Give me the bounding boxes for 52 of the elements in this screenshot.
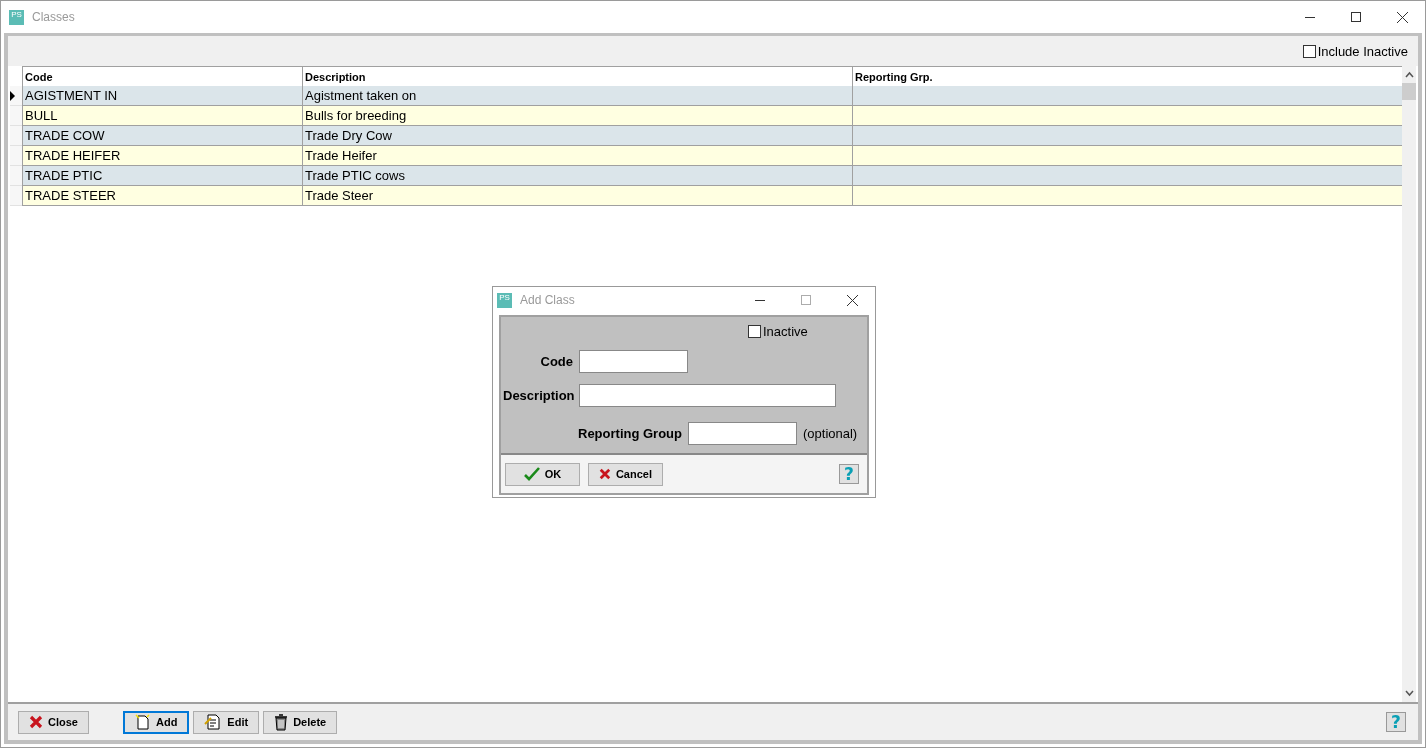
document-icon <box>134 714 151 730</box>
row-header-cell[interactable] <box>10 146 22 166</box>
row-header-cell[interactable] <box>10 186 22 206</box>
input-field[interactable] <box>579 383 836 407</box>
edit-button[interactable]: Edit <box>193 710 260 734</box>
optional-note: (optional) <box>802 425 859 441</box>
include-inactive-label: Include Inactive <box>1317 43 1408 59</box>
close-icon <box>846 294 858 306</box>
minimize-icon <box>1305 16 1315 18</box>
trash-icon <box>274 713 289 731</box>
inactive-label: Inactive <box>763 323 808 339</box>
input-field[interactable] <box>579 349 688 373</box>
table-cell: TRADE HEIFER <box>22 146 302 166</box>
table-cell: TRADE PTIC <box>22 166 302 186</box>
row-header-cell[interactable] <box>10 126 22 146</box>
maximize-icon <box>801 295 811 305</box>
table-cell: AGISTMENT IN <box>22 86 302 106</box>
row-header-cell[interactable] <box>10 106 22 126</box>
table-cell: Trade PTIC cows <box>302 166 852 186</box>
document-pen-icon <box>204 714 223 730</box>
close-icon <box>1396 11 1408 23</box>
row-pointer-icon <box>10 90 15 101</box>
table-cell: Trade Heifer <box>302 146 852 166</box>
table-cell: TRADE COW <box>22 126 302 146</box>
window-title: Classes <box>32 10 75 24</box>
app-icon: PS <box>9 9 24 25</box>
maximize-icon <box>1351 12 1361 22</box>
field-label: Code <box>539 353 574 369</box>
input-field[interactable] <box>688 421 797 445</box>
cancel-button[interactable]: Cancel <box>588 462 663 486</box>
x-icon <box>599 467 611 481</box>
add-button[interactable]: Add <box>122 710 190 734</box>
table-cell: BULL <box>22 106 302 126</box>
row-header-cell[interactable] <box>10 86 22 106</box>
minimize-icon <box>755 299 765 301</box>
check-icon <box>523 467 540 481</box>
row-header-cell[interactable] <box>10 166 22 186</box>
close-button[interactable]: Close <box>18 710 89 734</box>
scrollbar[interactable] <box>1402 66 1416 702</box>
table-cell: Trade Steer <box>302 186 852 206</box>
table-cell: TRADE STEER <box>22 186 302 206</box>
dialog-title: Add Class <box>520 293 575 307</box>
table-cell: Trade Dry Cow <box>302 126 852 146</box>
x-icon <box>29 715 43 729</box>
ok-button[interactable]: OK <box>505 462 580 486</box>
table-cell: Agistment taken on <box>302 86 852 106</box>
app-icon: PS <box>497 292 512 308</box>
field-label: Reporting Group <box>577 425 683 441</box>
field-label: Description <box>503 387 576 403</box>
table-cell: Bulls for breeding <box>302 106 852 126</box>
scroll-thumb[interactable] <box>1402 83 1416 100</box>
delete-button[interactable]: Delete <box>263 710 338 734</box>
